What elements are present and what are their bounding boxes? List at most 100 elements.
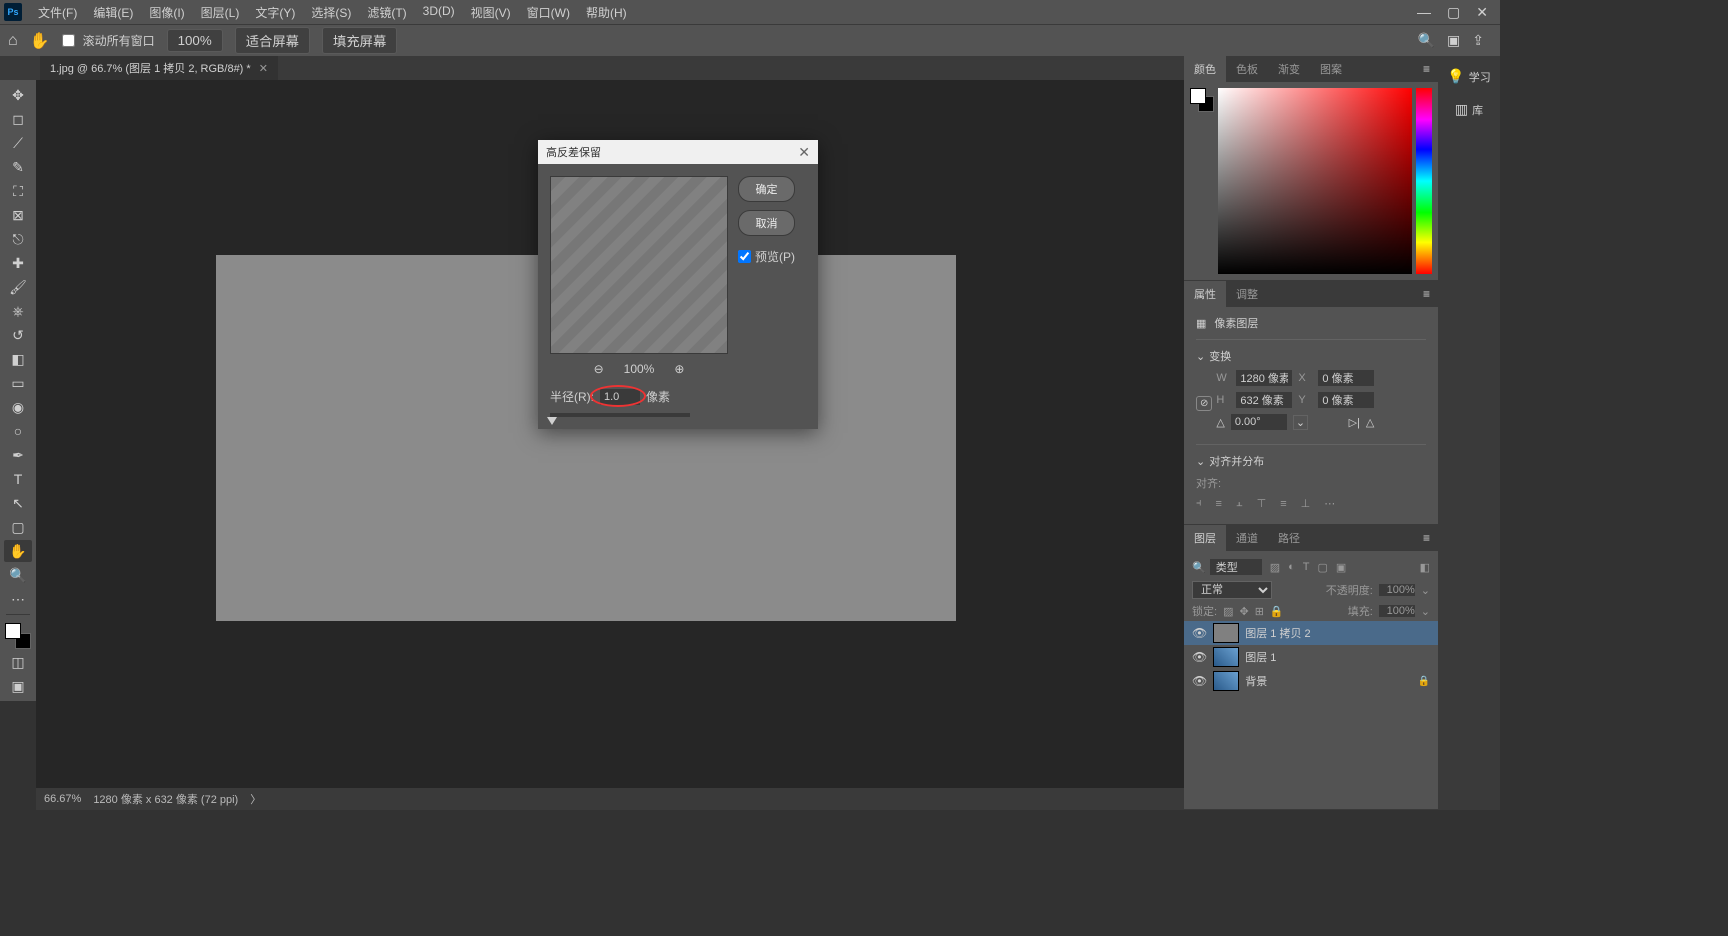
- fill-dropdown-icon[interactable]: ⌄: [1421, 605, 1430, 618]
- flip-v-icon[interactable]: △: [1366, 416, 1374, 429]
- brush-tool[interactable]: 🖌: [4, 276, 32, 298]
- opacity-input[interactable]: [1379, 584, 1415, 596]
- lock-artboard-icon[interactable]: ⊞: [1255, 605, 1264, 618]
- marquee-tool[interactable]: ◻: [4, 108, 32, 130]
- menu-item[interactable]: 文字(Y): [247, 4, 303, 21]
- crop-tool[interactable]: ⛶: [4, 180, 32, 202]
- dodge-tool[interactable]: ○: [4, 420, 32, 442]
- align-section-toggle[interactable]: ⌄ 对齐并分布: [1196, 453, 1426, 469]
- panel-menu-icon[interactable]: ≡: [1415, 531, 1438, 545]
- maximize-button[interactable]: ▢: [1447, 4, 1460, 21]
- visibility-toggle-icon[interactable]: 👁: [1192, 650, 1207, 664]
- quick-select-tool[interactable]: ✎: [4, 156, 32, 178]
- minimize-button[interactable]: —: [1417, 4, 1431, 21]
- panel-tab[interactable]: 颜色: [1184, 56, 1226, 82]
- layer-thumbnail[interactable]: [1213, 647, 1239, 667]
- foreground-swatch[interactable]: [5, 623, 21, 639]
- document-tab-close-icon[interactable]: ✕: [259, 62, 268, 75]
- layer-item[interactable]: 👁背景🔒: [1184, 669, 1438, 693]
- align-top-icon[interactable]: ⊤: [1257, 497, 1267, 510]
- dialog-close-icon[interactable]: ✕: [798, 144, 810, 161]
- align-left-icon[interactable]: ⫞: [1196, 497, 1202, 510]
- search-icon[interactable]: 🔍: [1418, 32, 1435, 49]
- more-tool[interactable]: ⋯: [4, 588, 32, 610]
- visibility-toggle-icon[interactable]: 👁: [1192, 626, 1207, 640]
- lock-position-icon[interactable]: ✥: [1239, 605, 1248, 618]
- home-icon[interactable]: ⌂: [8, 32, 18, 50]
- layer-filter-select[interactable]: [1210, 559, 1262, 575]
- library-button[interactable]: ▥ 库: [1449, 97, 1489, 122]
- frame-tool[interactable]: ⊠: [4, 204, 32, 226]
- fit-screen-button[interactable]: 适合屏幕: [235, 27, 310, 54]
- search-icon[interactable]: 🔍: [1192, 561, 1206, 574]
- panel-tab[interactable]: 图案: [1310, 56, 1352, 82]
- zoom-in-icon[interactable]: ⊕: [674, 362, 684, 376]
- height-input[interactable]: [1236, 392, 1292, 408]
- link-wh-icon[interactable]: ⊘: [1196, 396, 1212, 411]
- transform-section-toggle[interactable]: ⌄ 变换: [1196, 348, 1426, 364]
- filter-toggle-icon[interactable]: ◧: [1420, 561, 1430, 574]
- blend-mode-select[interactable]: 正常: [1192, 581, 1272, 599]
- filter-adjust-icon[interactable]: ◐: [1288, 561, 1295, 573]
- opacity-dropdown-icon[interactable]: ⌄: [1421, 584, 1430, 597]
- healing-tool[interactable]: ✚: [4, 252, 32, 274]
- align-vcenter-icon[interactable]: ≡: [1280, 498, 1286, 510]
- menu-item[interactable]: 帮助(H): [578, 4, 635, 21]
- eraser-tool[interactable]: ◧: [4, 348, 32, 370]
- eyedropper-tool[interactable]: ⎋: [4, 228, 32, 250]
- layer-thumbnail[interactable]: [1213, 671, 1239, 691]
- angle-input[interactable]: [1231, 414, 1287, 430]
- panel-tab[interactable]: 图层: [1184, 525, 1226, 551]
- dialog-preview-image[interactable]: [550, 176, 728, 354]
- slider-handle[interactable]: [547, 417, 557, 425]
- filter-shape-icon[interactable]: ▢: [1318, 561, 1328, 574]
- fill-input[interactable]: [1379, 605, 1415, 617]
- filter-smart-icon[interactable]: ▣: [1336, 561, 1346, 574]
- fill-screen-button[interactable]: 填充屏幕: [322, 27, 397, 54]
- fgbg-swatch[interactable]: [1190, 88, 1214, 112]
- lock-all-icon[interactable]: 🔒: [1270, 605, 1284, 618]
- layer-name[interactable]: 背景: [1245, 673, 1267, 689]
- learn-button[interactable]: 💡 学习: [1441, 64, 1496, 89]
- layer-name[interactable]: 图层 1 拷贝 2: [1245, 625, 1310, 641]
- status-dims[interactable]: 1280 像素 x 632 像素 (72 ppi): [93, 791, 238, 807]
- flip-h-icon[interactable]: ▷|: [1349, 416, 1360, 429]
- path-select-tool[interactable]: ↖: [4, 492, 32, 514]
- panel-tab[interactable]: 通道: [1226, 525, 1268, 551]
- radius-slider[interactable]: [550, 413, 690, 417]
- x-input[interactable]: [1318, 370, 1374, 386]
- hue-slider[interactable]: [1416, 88, 1432, 274]
- align-hcenter-icon[interactable]: ≡: [1216, 498, 1222, 510]
- stamp-tool[interactable]: ⎈: [4, 300, 32, 322]
- workspace-icon[interactable]: ▣: [1447, 32, 1460, 49]
- dialog-titlebar[interactable]: 高反差保留 ✕: [538, 140, 818, 164]
- panel-tab[interactable]: 色板: [1226, 56, 1268, 82]
- pen-tool[interactable]: ✒: [4, 444, 32, 466]
- menu-item[interactable]: 文件(F): [30, 4, 85, 21]
- quick-mask-tool[interactable]: ◫: [4, 651, 32, 673]
- align-bottom-icon[interactable]: ⊥: [1301, 497, 1311, 510]
- menu-item[interactable]: 3D(D): [415, 4, 463, 21]
- visibility-toggle-icon[interactable]: 👁: [1192, 674, 1207, 688]
- lock-pixels-icon[interactable]: ▨: [1223, 605, 1233, 618]
- actual-pixels-button[interactable]: 100%: [167, 29, 223, 52]
- blur-tool[interactable]: ◉: [4, 396, 32, 418]
- move-tool[interactable]: ✥: [4, 84, 32, 106]
- panel-menu-icon[interactable]: ≡: [1415, 62, 1438, 76]
- angle-dropdown-icon[interactable]: ⌄: [1293, 415, 1308, 430]
- panel-tab[interactable]: 属性: [1184, 281, 1226, 307]
- status-zoom[interactable]: 66.67%: [44, 793, 81, 805]
- panel-tab[interactable]: 路径: [1268, 525, 1310, 551]
- type-tool[interactable]: T: [4, 468, 32, 490]
- menu-item[interactable]: 图层(L): [193, 4, 248, 21]
- cancel-button[interactable]: 取消: [738, 210, 795, 236]
- filter-image-icon[interactable]: ▨: [1270, 561, 1280, 574]
- layer-item[interactable]: 👁图层 1: [1184, 645, 1438, 669]
- foreground-swatch[interactable]: [1190, 88, 1206, 104]
- layer-thumbnail[interactable]: [1213, 623, 1239, 643]
- fgbg-swatch[interactable]: [5, 623, 31, 649]
- close-button[interactable]: ✕: [1476, 4, 1488, 21]
- align-more-icon[interactable]: ⋯: [1324, 497, 1335, 510]
- filter-type-icon[interactable]: T: [1303, 561, 1310, 573]
- shape-tool[interactable]: ▢: [4, 516, 32, 538]
